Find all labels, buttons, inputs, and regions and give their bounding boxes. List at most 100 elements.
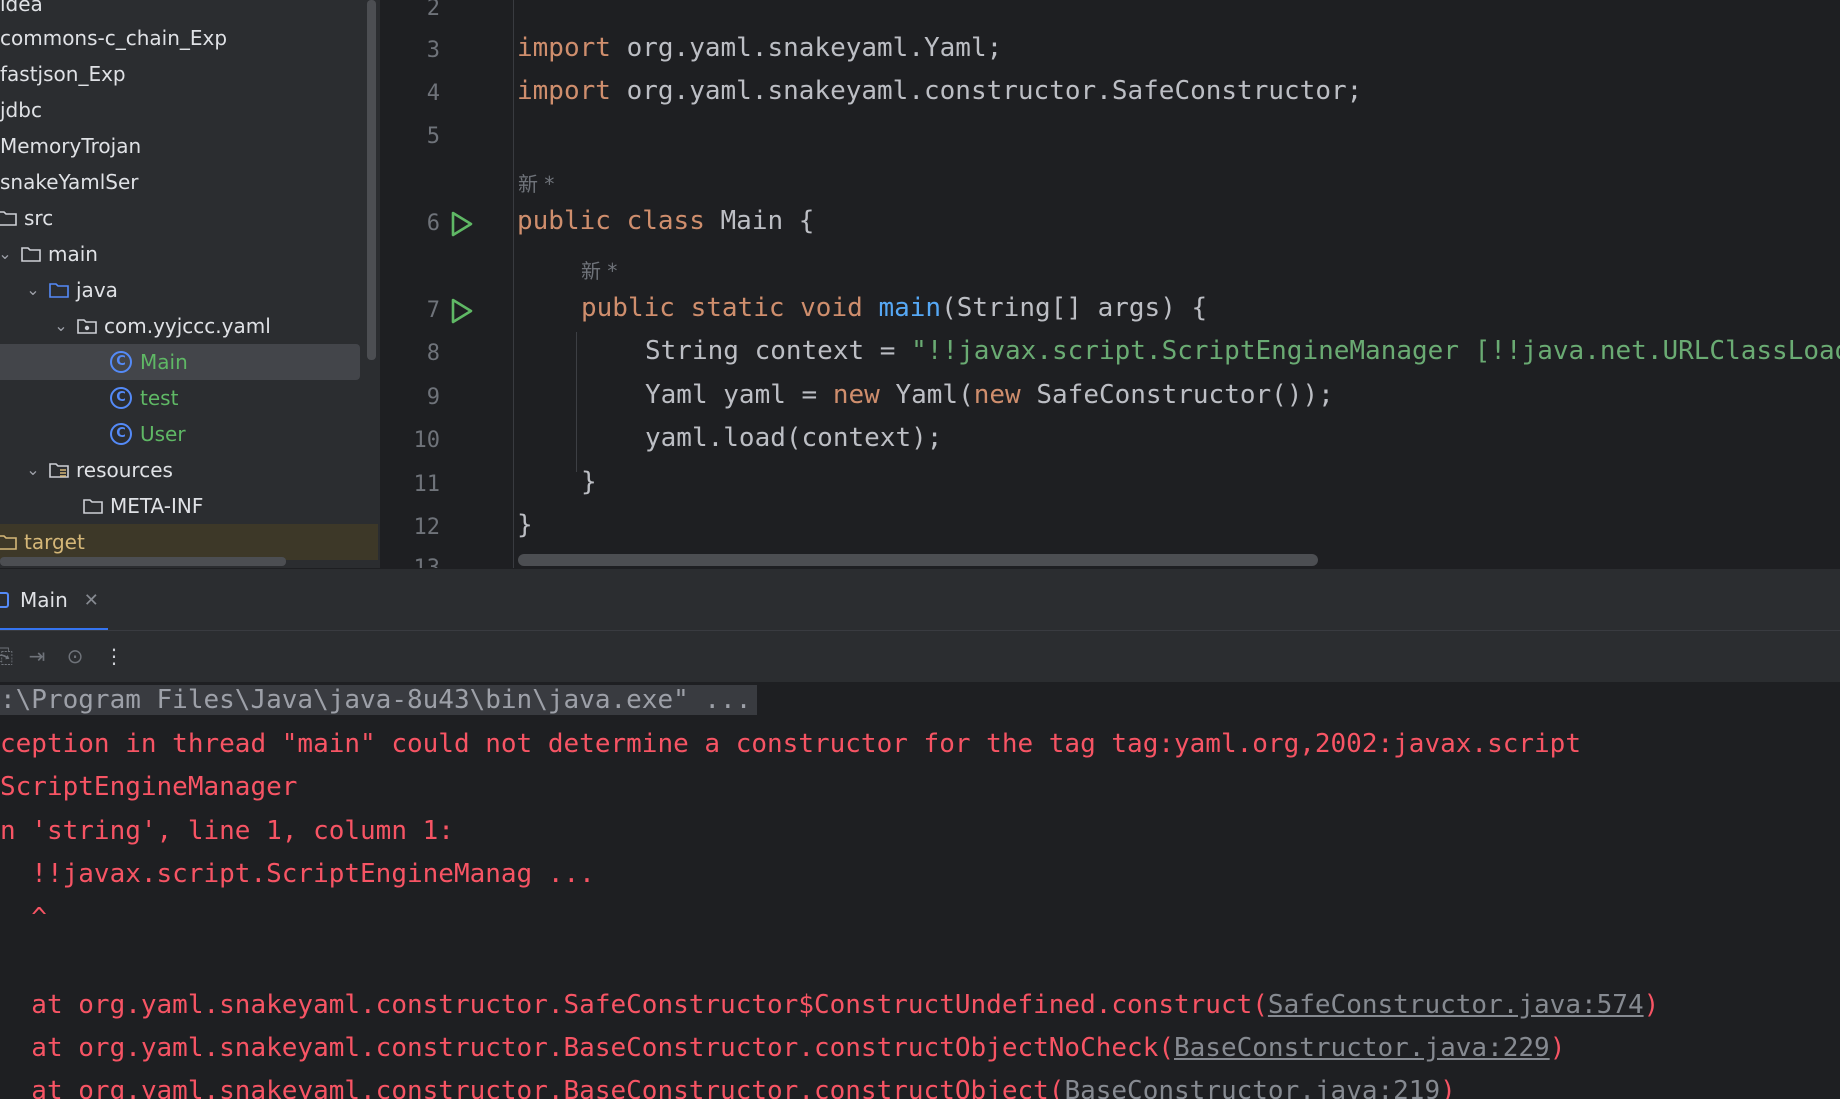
close-icon[interactable]: ✕ <box>84 590 99 611</box>
code-line-9: Yaml yaml = new Yaml(new SafeConstructor… <box>645 380 1334 410</box>
line-number: 7 <box>426 298 440 323</box>
source-link[interactable]: BaseConstructor.java:219 <box>1064 1076 1440 1099</box>
tree-item-main-class[interactable]: C Main <box>0 344 378 380</box>
code-line-3: import org.yaml.snakeyaml.Yaml; <box>517 33 1003 63</box>
source-link[interactable]: SafeConstructor.java:574 <box>1268 990 1644 1020</box>
tree-item-label: fastjson_Exp <box>0 62 126 86</box>
tree-item-target[interactable]: target <box>0 524 378 560</box>
tree-item-src[interactable]: src <box>0 200 378 236</box>
tree-item-label: main <box>48 242 98 266</box>
run-config-icon <box>0 592 9 608</box>
package-icon <box>77 319 97 334</box>
code-line-12: } <box>517 510 533 540</box>
tree-item-test-class[interactable]: C test <box>0 380 378 416</box>
console-error-line: ^ <box>0 903 47 933</box>
line-number: 3 <box>426 38 440 63</box>
more-icon[interactable]: ⋮ <box>103 645 125 667</box>
tree-item-label: snakeYamlSer <box>0 170 139 194</box>
tree-item-memorytrojan[interactable]: MemoryTrojan <box>0 128 378 164</box>
gutter-divider <box>513 0 514 568</box>
tree-item-idea[interactable]: idea <box>0 0 378 22</box>
tree-item-label: META-INF <box>110 494 204 518</box>
tree-item-fastjson[interactable]: fastjson_Exp <box>0 56 378 92</box>
console-error-line: ception in thread "main" could not deter… <box>0 729 1581 759</box>
console-error-line: !!javax.script.ScriptEngineManag ... <box>0 859 595 889</box>
tree-item-label: java <box>76 278 118 302</box>
class-icon: C <box>110 387 132 409</box>
line-number: 11 <box>413 472 441 497</box>
resources-folder-icon <box>49 463 69 478</box>
line-number: 13 <box>380 556 441 568</box>
indent-guide <box>576 332 577 472</box>
tree-item-jdbc[interactable]: jdbc <box>0 92 378 128</box>
console-error-line: n 'string', line 1, column 1: <box>0 816 454 846</box>
tree-item-label: test <box>140 386 179 410</box>
tree-item-label: Main <box>140 350 188 374</box>
excluded-folder-icon <box>0 535 17 550</box>
source-folder-icon <box>49 283 69 298</box>
tree-item-label: resources <box>76 458 173 482</box>
tree-item-label: idea <box>0 0 43 16</box>
console-error-line: ScriptEngineManager <box>0 772 298 802</box>
line-number: 2 <box>426 0 440 21</box>
tree-item-meta-inf[interactable]: META-INF <box>0 488 378 524</box>
console-output[interactable]: :\Program Files\Java\java-8u43\bin\java.… <box>0 682 1840 1099</box>
code-line-4: import org.yaml.snakeyaml.constructor.Sa… <box>517 76 1363 106</box>
tree-item-label: jdbc <box>0 98 42 122</box>
code-line-6: public class Main { <box>517 206 815 236</box>
tree-item-resources[interactable]: ⌄ resources <box>0 452 378 488</box>
code-line-10: yaml.load(context); <box>645 423 943 453</box>
screenshot-icon[interactable]: ⊙ <box>64 645 86 667</box>
run-tab-label: Main <box>20 588 68 612</box>
project-tree: idea commons-c_chain_Exp fastjson_Exp jd… <box>0 0 378 568</box>
tree-item-label: MemoryTrojan <box>0 134 142 158</box>
code-line-11: } <box>581 467 597 497</box>
line-number: 8 <box>426 341 440 366</box>
line-number: 10 <box>413 428 441 453</box>
run-toolbar: ⎘ ⇥ ⊙ ⋮ <box>0 630 1840 683</box>
line-number: 6 <box>426 211 440 236</box>
tree-item-snakeyamlser[interactable]: snakeYamlSer <box>0 164 378 200</box>
rerun-icon[interactable]: ⎘ <box>0 645 16 667</box>
restore-layout-icon[interactable]: ⇥ <box>26 645 48 667</box>
console-command-line: :\Program Files\Java\java-8u43\bin\java.… <box>0 685 758 715</box>
stack-trace-line: at org.yaml.snakeyaml.constructor.SafeCo… <box>0 990 1660 1020</box>
folder-icon <box>21 247 41 262</box>
chevron-down-icon[interactable]: ⌄ <box>0 236 14 272</box>
tree-item-label: target <box>24 530 85 554</box>
tree-item-user-class[interactable]: C User <box>0 416 378 452</box>
code-line-8: String context = "!!javax.script.ScriptE… <box>645 336 1840 366</box>
run-tool-window-header: Main ✕ <box>0 568 1840 631</box>
run-gutter-icon[interactable] <box>447 297 475 325</box>
author-hint: 新 * <box>518 172 555 196</box>
tree-vertical-scrollbar[interactable] <box>367 0 376 360</box>
line-number: 12 <box>413 515 441 540</box>
run-gutter-icon[interactable] <box>447 210 475 238</box>
tree-item-label: User <box>140 422 186 446</box>
tree-item-java[interactable]: ⌄ java <box>0 272 378 308</box>
chevron-down-icon[interactable]: ⌄ <box>24 452 42 488</box>
run-tab-main[interactable]: Main ✕ <box>0 585 99 615</box>
stack-trace-line: at org.yaml.snakeyaml.constructor.BaseCo… <box>0 1033 1566 1063</box>
tree-horizontal-scrollbar[interactable] <box>0 557 286 566</box>
chevron-down-icon[interactable]: ⌄ <box>52 308 70 344</box>
author-hint: 新 * <box>581 259 618 283</box>
editor-horizontal-scrollbar[interactable] <box>518 554 1318 566</box>
folder-icon <box>83 499 103 514</box>
line-number: 9 <box>426 385 440 410</box>
folder-icon <box>0 211 17 226</box>
line-number: 4 <box>426 81 440 106</box>
tree-item-label: src <box>24 206 54 230</box>
chevron-down-icon[interactable]: ⌄ <box>24 272 42 308</box>
code-editor[interactable]: 2 3 4 5 6 7 8 9 10 11 12 13 import org.y… <box>380 0 1840 568</box>
stack-trace-line: at org.yaml.snakeyaml.constructor.BaseCo… <box>0 1076 1455 1099</box>
tree-item-commons-chain[interactable]: commons-c_chain_Exp <box>0 20 378 56</box>
source-link[interactable]: BaseConstructor.java:229 <box>1174 1033 1550 1063</box>
class-icon: C <box>110 423 132 445</box>
tree-item-package[interactable]: ⌄ com.yyjccc.yaml <box>0 308 378 344</box>
tree-item-label: com.yyjccc.yaml <box>104 314 271 338</box>
code-line-7: public static void main(String[] args) { <box>581 293 1208 323</box>
tree-item-label: commons-c_chain_Exp <box>0 26 228 50</box>
tree-item-main-folder[interactable]: ⌄ main <box>0 236 378 272</box>
line-number: 5 <box>426 124 440 149</box>
